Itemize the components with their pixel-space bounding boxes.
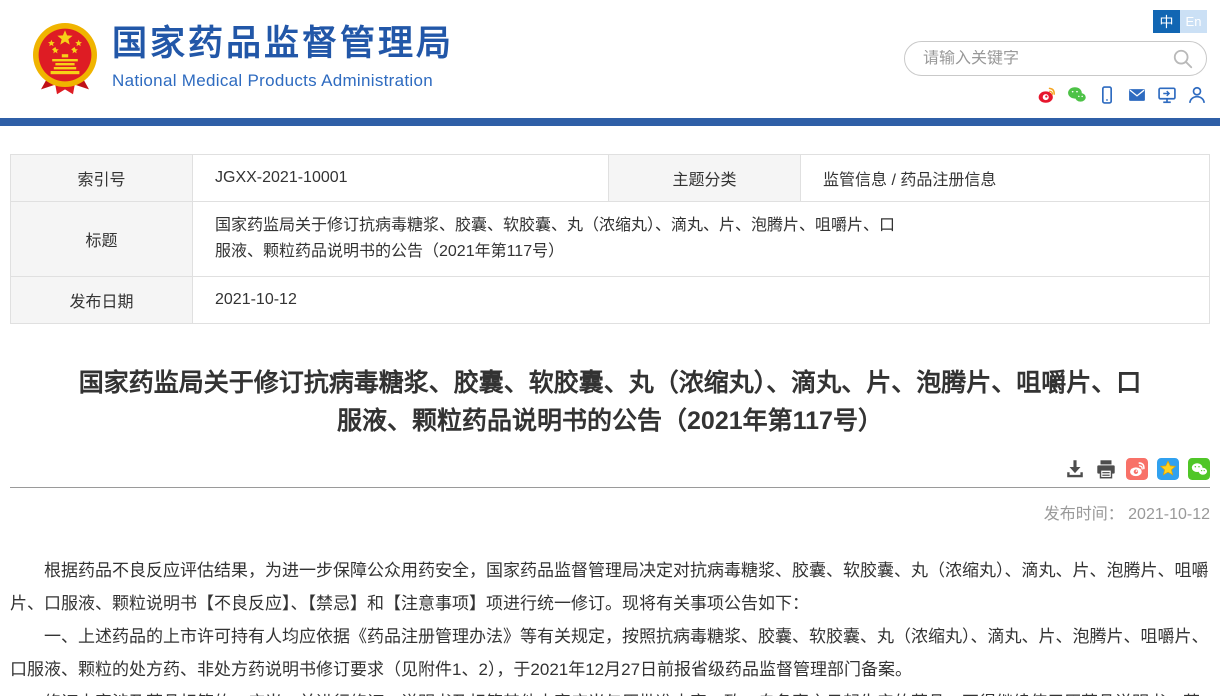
publish-time-label: 发布时间： [1044, 506, 1124, 523]
article-toolbar [10, 458, 1210, 487]
search-icon[interactable] [1172, 48, 1194, 70]
wechat-icon[interactable] [1067, 85, 1087, 105]
index-label-cell: 索引号 [11, 155, 193, 202]
search-input[interactable] [923, 50, 1172, 68]
download-icon[interactable] [1064, 458, 1086, 480]
lang-zh-button[interactable]: 中 [1153, 10, 1180, 33]
header-divider-bar [0, 118, 1220, 126]
date-label-cell: 发布日期 [11, 277, 193, 324]
article-body: 根据药品不良反应评估结果，为进一步保障公众用药安全，国家药品监督管理局决定对抗病… [10, 554, 1210, 696]
date-value-cell: 2021-10-12 [193, 277, 1210, 324]
table-row: 标题 国家药监局关于修订抗病毒糖浆、胶囊、软胶囊、丸（浓缩丸）、滴丸、片、泡腾片… [11, 202, 1210, 277]
print-icon[interactable] [1095, 458, 1117, 480]
page-title: 国家药监局关于修订抗病毒糖浆、胶囊、软胶囊、丸（浓缩丸）、滴丸、片、泡腾片、咀嚼… [70, 364, 1150, 440]
social-links [1037, 85, 1207, 105]
weibo-icon[interactable] [1037, 85, 1057, 105]
share-qzone-icon[interactable] [1157, 458, 1179, 480]
monitor-icon[interactable] [1157, 85, 1177, 105]
table-row: 索引号 JGXX-2021-10001 主题分类 监管信息 / 药品注册信息 [11, 155, 1210, 202]
category-label-cell: 主题分类 [609, 155, 801, 202]
index-value-cell: JGXX-2021-10001 [193, 155, 609, 202]
user-icon[interactable] [1187, 85, 1207, 105]
mobile-icon[interactable] [1097, 85, 1117, 105]
article-paragraph: 一、上述药品的上市许可持有人均应依据《药品注册管理办法》等有关规定，按照抗病毒糖… [10, 620, 1210, 686]
share-wechat-icon[interactable] [1188, 458, 1210, 480]
brand-block: 国家药品监督管理局 National Medical Products Admi… [112, 24, 454, 91]
site-header: 国家药品监督管理局 National Medical Products Admi… [0, 0, 1220, 118]
page: 国家药品监督管理局 National Medical Products Admi… [0, 0, 1220, 696]
article-paragraph: 修订内容涉及药品标签的，应当一并进行修订；说明书及标签其他内容应当与原批准内容一… [10, 686, 1210, 696]
main-content: 索引号 JGXX-2021-10001 主题分类 监管信息 / 药品注册信息 标… [10, 154, 1210, 696]
title-value-text: 国家药监局关于修订抗病毒糖浆、胶囊、软胶囊、丸（浓缩丸）、滴丸、片、泡腾片、咀嚼… [215, 213, 905, 265]
mail-icon[interactable] [1127, 85, 1147, 105]
lang-en-button[interactable]: En [1180, 10, 1207, 33]
search-box [904, 41, 1207, 76]
language-toggle: 中 En [1153, 10, 1207, 33]
table-row: 发布日期 2021-10-12 [11, 277, 1210, 324]
publish-time-value: 2021-10-12 [1128, 506, 1210, 523]
title-value-cell: 国家药监局关于修订抗病毒糖浆、胶囊、软胶囊、丸（浓缩丸）、滴丸、片、泡腾片、咀嚼… [193, 202, 1210, 277]
publish-time: 发布时间： 2021-10-12 [10, 500, 1210, 524]
title-label-cell: 标题 [11, 202, 193, 277]
category-value-cell: 监管信息 / 药品注册信息 [801, 155, 1210, 202]
national-emblem-logo [25, 16, 105, 102]
toolbar-divider [10, 487, 1210, 488]
site-title: 国家药品监督管理局 [112, 24, 454, 64]
site-subtitle: National Medical Products Administration [112, 71, 454, 91]
share-weibo-icon[interactable] [1126, 458, 1148, 480]
article-paragraph: 根据药品不良反应评估结果，为进一步保障公众用药安全，国家药品监督管理局决定对抗病… [10, 554, 1210, 620]
document-meta-table: 索引号 JGXX-2021-10001 主题分类 监管信息 / 药品注册信息 标… [10, 154, 1210, 324]
